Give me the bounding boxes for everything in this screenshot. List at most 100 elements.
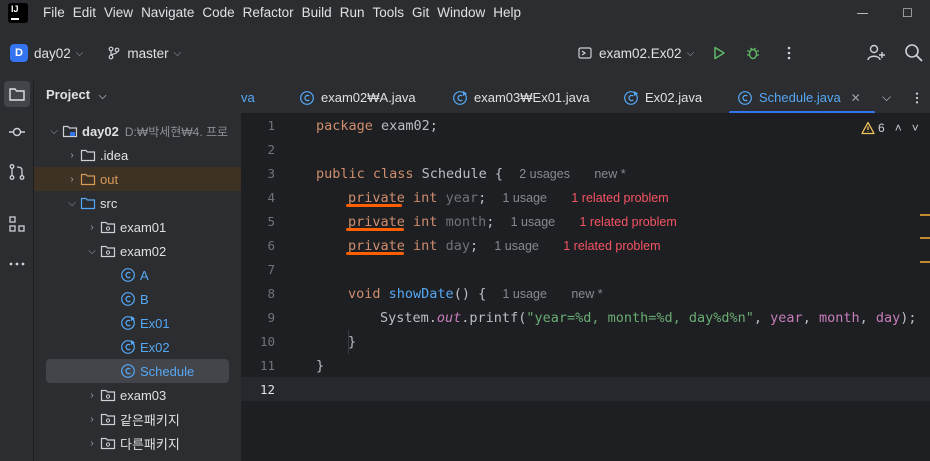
source-folder-icon [80, 195, 96, 211]
branch-selector[interactable]: master ⌵ [107, 46, 181, 61]
project-panel-title[interactable]: Project ⌵ [46, 87, 106, 102]
structure-tool-button[interactable] [4, 211, 30, 237]
chevron-right-icon[interactable]: › [84, 414, 100, 425]
more-tools-button[interactable] [4, 251, 30, 277]
close-tab-icon[interactable]: ✕ [851, 91, 861, 105]
usages-hint[interactable]: 1 usage [502, 287, 546, 301]
line-number: 11 [259, 358, 275, 373]
project-selector[interactable]: day02 [34, 46, 71, 61]
project-tool-button[interactable] [4, 81, 30, 107]
tree-item-ex02[interactable]: Ex02 [34, 335, 241, 359]
problem-marker[interactable] [920, 214, 930, 216]
run-configuration-selector[interactable]: exam02.Ex02 ⌵ [577, 25, 694, 81]
tree-item-day02[interactable]: ⌵ day02 D:₩박세현₩4. 프로 [34, 119, 241, 143]
menu-help[interactable]: Help [493, 5, 521, 20]
menu-navigate[interactable]: Navigate [141, 5, 194, 20]
chevron-right-icon[interactable]: › [84, 438, 100, 449]
class-icon [300, 90, 314, 105]
tree-item-exam03[interactable]: › exam03 [34, 383, 241, 407]
window-controls: — ☐ [840, 0, 930, 25]
chevron-right-icon[interactable]: › [64, 174, 80, 185]
run-button[interactable] [709, 43, 729, 63]
intellij-logo-icon[interactable] [8, 2, 28, 23]
tree-item-other-package[interactable]: › 다른패키지 [34, 431, 241, 455]
tree-item-same-package[interactable]: › 같은패키지 [34, 407, 241, 431]
menu-file[interactable]: File [43, 5, 65, 20]
author-hint[interactable]: new * [571, 287, 602, 301]
tab-schedule[interactable]: Schedule.java ✕ [729, 81, 875, 113]
menu-refactor[interactable]: Refactor [243, 5, 294, 20]
tab-exam02-a[interactable]: exam02₩A.java [299, 81, 416, 113]
tree-item-idea[interactable]: › .idea [34, 143, 241, 167]
chevron-down-icon[interactable]: ⌵ [76, 48, 84, 59]
related-problem-hint[interactable]: 1 related problem [580, 215, 677, 229]
chevron-down-icon[interactable]: ⌵ [46, 126, 62, 137]
chevron-right-icon[interactable]: › [84, 390, 100, 401]
debug-button[interactable] [743, 43, 763, 63]
problem-marker[interactable] [920, 261, 930, 263]
line-number: 9 [267, 310, 275, 325]
menu-tools[interactable]: Tools [372, 5, 404, 20]
menu-run[interactable]: Run [340, 5, 365, 20]
line-number: 10 [259, 334, 275, 349]
related-problem-hint[interactable]: 1 related problem [563, 239, 660, 253]
line-number: 12 [259, 382, 275, 397]
usages-hint[interactable]: 1 usage [503, 191, 547, 205]
main-menu: File Edit View Navigate Code Refactor Bu… [43, 5, 529, 20]
code-line-10: } [348, 334, 357, 350]
tab-exam03-ex01[interactable]: exam03₩Ex01.java [452, 81, 590, 113]
tree-item-a[interactable]: A [34, 263, 241, 287]
chevron-down-icon[interactable]: ⌵ [84, 246, 100, 257]
tree-item-exam01[interactable]: › exam01 [34, 215, 241, 239]
code-area[interactable]: package exam02; public class Schedule { … [316, 114, 930, 461]
line-number: 4 [267, 190, 275, 205]
tree-item-ex01[interactable]: Ex01 [34, 311, 241, 335]
more-vertical-icon [787, 46, 791, 60]
tab-partial[interactable]: va [241, 81, 255, 113]
code-line-1: package exam02; [316, 118, 438, 134]
maximize-button[interactable]: ☐ [885, 0, 930, 25]
tab-more-button[interactable] [910, 81, 924, 113]
menu-build[interactable]: Build [302, 5, 332, 20]
main-class-icon [120, 339, 136, 355]
add-user-button[interactable] [866, 43, 886, 63]
line-number: 8 [267, 286, 275, 301]
author-hint[interactable]: new * [594, 167, 625, 181]
usages-hint[interactable]: 2 usages [519, 167, 570, 181]
tree-item-b[interactable]: B [34, 287, 241, 311]
menu-window[interactable]: Window [437, 5, 485, 20]
menu-code[interactable]: Code [202, 5, 234, 20]
chevron-up-icon[interactable]: ˄ [895, 121, 902, 135]
menu-edit[interactable]: Edit [73, 5, 96, 20]
chevron-down-icon[interactable]: ˅ [912, 121, 919, 135]
tab-ex02[interactable]: Ex02.java [623, 81, 702, 113]
tree-item-exam02[interactable]: ⌵ exam02 [34, 239, 241, 263]
error-underline [346, 228, 404, 231]
commit-tool-button[interactable] [4, 119, 30, 145]
more-horizontal-icon [9, 262, 25, 266]
tree-item-src[interactable]: ⌵ src [34, 191, 241, 215]
chevron-down-icon[interactable]: ⌵ [64, 198, 80, 209]
more-actions-button[interactable] [779, 43, 799, 63]
bug-icon [747, 47, 759, 60]
chevron-right-icon[interactable]: › [64, 150, 80, 161]
tree-item-out[interactable]: › out [34, 167, 241, 191]
problem-marker[interactable] [920, 237, 930, 239]
tab-list-button[interactable]: ⌵ [882, 81, 892, 113]
menu-view[interactable]: View [104, 5, 133, 20]
chevron-down-icon: ⌵ [882, 90, 892, 104]
pull-requests-tool-button[interactable] [4, 159, 30, 185]
search-button[interactable] [904, 43, 924, 63]
class-icon [120, 267, 136, 283]
menu-git[interactable]: Git [412, 5, 429, 20]
chevron-right-icon[interactable]: › [84, 222, 100, 233]
tree-item-schedule[interactable]: Schedule [46, 359, 229, 383]
minimize-button[interactable]: — [840, 0, 885, 25]
problems-indicator[interactable]: 6 ˄ ˅ [861, 121, 919, 135]
usages-hint[interactable]: 1 usage [494, 239, 538, 253]
line-number-gutter: 1 2 3 4 5 6 7 8 9 10 11 12 [241, 114, 301, 461]
usages-hint[interactable]: 1 usage [511, 215, 555, 229]
module-folder-icon [62, 123, 78, 139]
related-problem-hint[interactable]: 1 related problem [571, 191, 668, 205]
project-badge[interactable]: D [10, 44, 28, 62]
